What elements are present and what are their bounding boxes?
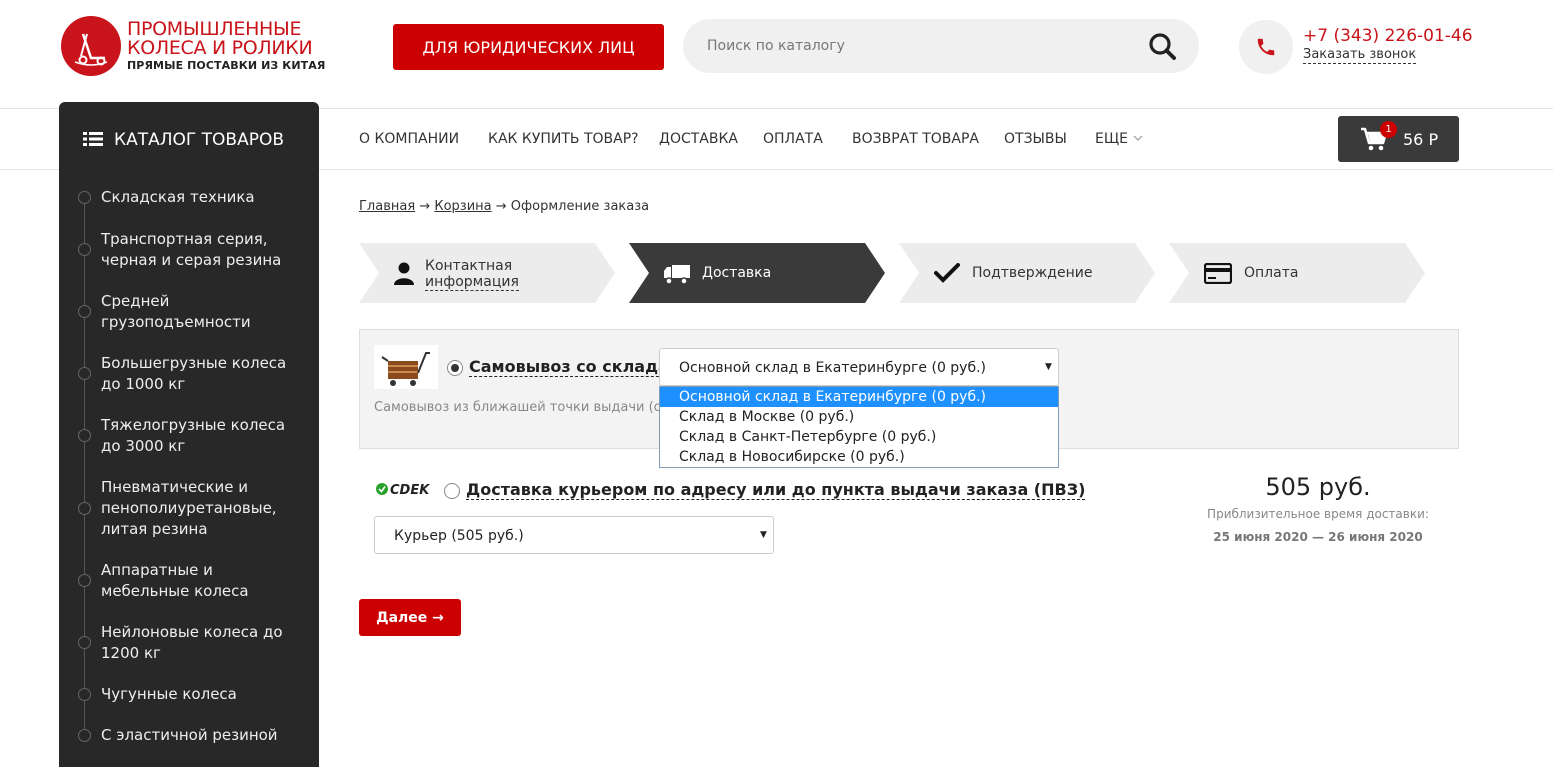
next-button[interactable]: Далее → xyxy=(359,599,461,636)
sidebar-bullet xyxy=(78,574,91,587)
cdek-logo: CDEK xyxy=(375,481,435,498)
delivery-price: 505 руб. xyxy=(1265,473,1371,501)
person-icon xyxy=(394,262,414,285)
warehouse-option[interactable]: Склад в Москве (0 руб.) xyxy=(660,407,1058,427)
warehouse-select[interactable]: Основной склад в Екатеринбурге (0 руб.) … xyxy=(659,348,1059,386)
nav-payment[interactable]: ОПЛАТА xyxy=(763,131,823,147)
sidebar-item-heavy-3000[interactable]: Тяжелогрузные колеса до 3000 кг xyxy=(101,415,301,457)
sidebar-bullet xyxy=(78,367,91,380)
trolley-logo-icon xyxy=(74,33,108,66)
sidebar-item-medium-capacity[interactable]: Средней грузоподъемности xyxy=(101,291,301,333)
chevron-down-icon[interactable] xyxy=(1133,134,1143,142)
warehouse-select-value: Основной склад в Екатеринбурге (0 руб.) xyxy=(679,360,987,376)
logo-mark[interactable] xyxy=(61,16,121,76)
search-icon[interactable] xyxy=(1147,31,1179,63)
phone-icon xyxy=(1257,38,1275,56)
phone-number[interactable]: +7 (343) 226-01-46 xyxy=(1303,26,1473,46)
step-contact-label-line1: Контактная xyxy=(425,258,513,274)
nav-reviews[interactable]: ОТЗЫВЫ xyxy=(1004,131,1067,147)
step-contact-label-line2: информация xyxy=(425,274,519,291)
pickup-image xyxy=(374,345,438,389)
search-bar xyxy=(683,19,1199,73)
truck-icon xyxy=(664,265,690,285)
callback-link[interactable]: Заказать звонок xyxy=(1303,47,1417,64)
legal-entities-button[interactable]: ДЛЯ ЮРИДИЧЕСКИХ ЛИЦ xyxy=(393,24,664,70)
search-input[interactable] xyxy=(707,19,1137,73)
sidebar-bullet xyxy=(78,636,91,649)
sidebar-bullet xyxy=(78,502,91,515)
warehouse-option[interactable]: Основной склад в Екатеринбурге (0 руб.) xyxy=(660,387,1058,407)
warehouse-option[interactable]: Склад в Новосибирске (0 руб.) xyxy=(660,447,1058,467)
sidebar-timeline xyxy=(84,196,85,740)
step-delivery-label[interactable]: Доставка xyxy=(702,265,771,281)
sidebar-item-pneumatic[interactable]: Пневматические и пенополиуретановые, лит… xyxy=(101,477,301,540)
logo-title-line1: ПРОМЫШЛЕННЫЕ xyxy=(127,18,302,40)
sidebar-item-warehouse-equipment[interactable]: Складская техника xyxy=(101,187,301,208)
courier-select-value: Курьер (505 руб.) xyxy=(394,528,524,544)
dropdown-caret-icon: ▼ xyxy=(760,530,767,540)
list-icon xyxy=(83,132,103,146)
pickup-radio[interactable] xyxy=(447,360,463,376)
sidebar-item-heavy-1000[interactable]: Большегрузные колеса до 1000 кг xyxy=(101,353,301,395)
cdek-logo-text: CDEK xyxy=(390,483,430,497)
breadcrumb-home-link[interactable]: Главная xyxy=(359,199,415,214)
sidebar-bullet xyxy=(78,191,91,204)
logo-tagline: ПРЯМЫЕ ПОСТАВКИ ИЗ КИТАЯ xyxy=(127,59,326,72)
pickup-label[interactable]: Самовывоз со склада xyxy=(469,357,669,377)
breadcrumb-separator: → xyxy=(495,199,507,214)
warehouse-option[interactable]: Склад в Санкт-Петербурге (0 руб.) xyxy=(660,427,1058,447)
delivery-eta-label: Приблизительное время доставки: xyxy=(1207,507,1429,521)
sidebar-item-transport-series[interactable]: Транспортная серия, черная и серая резин… xyxy=(101,229,301,271)
step-confirmation-label[interactable]: Подтверждение xyxy=(972,265,1092,281)
sidebar-bullet xyxy=(78,429,91,442)
sidebar-item-elastic-rubber[interactable]: С эластичной резиной xyxy=(101,725,301,746)
step-payment-label[interactable]: Оплата xyxy=(1244,265,1298,281)
nav-about[interactable]: О КОМПАНИИ xyxy=(359,131,459,147)
sidebar-item-nylon[interactable]: Нейлоновые колеса до 1200 кг xyxy=(101,622,301,664)
courier-label[interactable]: Доставка курьером по адресу или до пункт… xyxy=(466,480,1086,500)
sidebar-item-furniture[interactable]: Аппаратные и мебельные колеса xyxy=(101,560,301,602)
cart-count-badge: 1 xyxy=(1380,121,1397,138)
sidebar-bullet xyxy=(78,729,91,742)
dropdown-caret-icon: ▼ xyxy=(1045,362,1052,372)
nav-delivery[interactable]: ДОСТАВКА xyxy=(659,131,738,147)
nav-how-to-buy[interactable]: КАК КУПИТЬ ТОВАР? xyxy=(488,131,639,147)
warehouse-options-list: Основной склад в Екатеринбурге (0 руб.) … xyxy=(659,386,1059,468)
sidebar-item-cast-iron[interactable]: Чугунные колеса xyxy=(101,684,301,705)
warehouse-cart-icon xyxy=(381,352,430,386)
breadcrumb: Главная → Корзина → Оформление заказа xyxy=(359,199,649,214)
phone-icon-circle[interactable] xyxy=(1239,20,1293,74)
sidebar-bullet xyxy=(78,305,91,318)
card-icon xyxy=(1204,263,1232,284)
breadcrumb-separator: → xyxy=(419,199,431,214)
cdek-logo-icon: CDEK xyxy=(376,483,430,498)
breadcrumb-cart-link[interactable]: Корзина xyxy=(434,199,491,214)
courier-radio[interactable] xyxy=(444,483,460,499)
cart-button[interactable]: 1 56 Р xyxy=(1338,116,1459,162)
check-icon xyxy=(934,263,960,283)
delivery-eta-dates: 25 июня 2020 — 26 июня 2020 xyxy=(1213,530,1423,544)
sidebar-bullet xyxy=(78,243,91,256)
pickup-description: Самовывоз из ближашей точки выдачи (спис xyxy=(374,400,685,415)
step-contact-label[interactable]: Контактная информация xyxy=(425,258,519,291)
nav-returns[interactable]: ВОЗВРАТ ТОВАРА xyxy=(852,131,979,147)
cart-total: 56 Р xyxy=(1403,130,1439,149)
courier-select[interactable]: Курьер (505 руб.) ▼ xyxy=(374,516,774,554)
catalog-title[interactable]: КАТАЛОГ ТОВАРОВ xyxy=(114,130,284,150)
logo-title-line2: КОЛЕСА И РОЛИКИ xyxy=(127,37,313,59)
sidebar-bullet xyxy=(78,688,91,701)
nav-more[interactable]: ЕЩЕ xyxy=(1095,131,1128,147)
breadcrumb-current: Оформление заказа xyxy=(510,199,650,214)
